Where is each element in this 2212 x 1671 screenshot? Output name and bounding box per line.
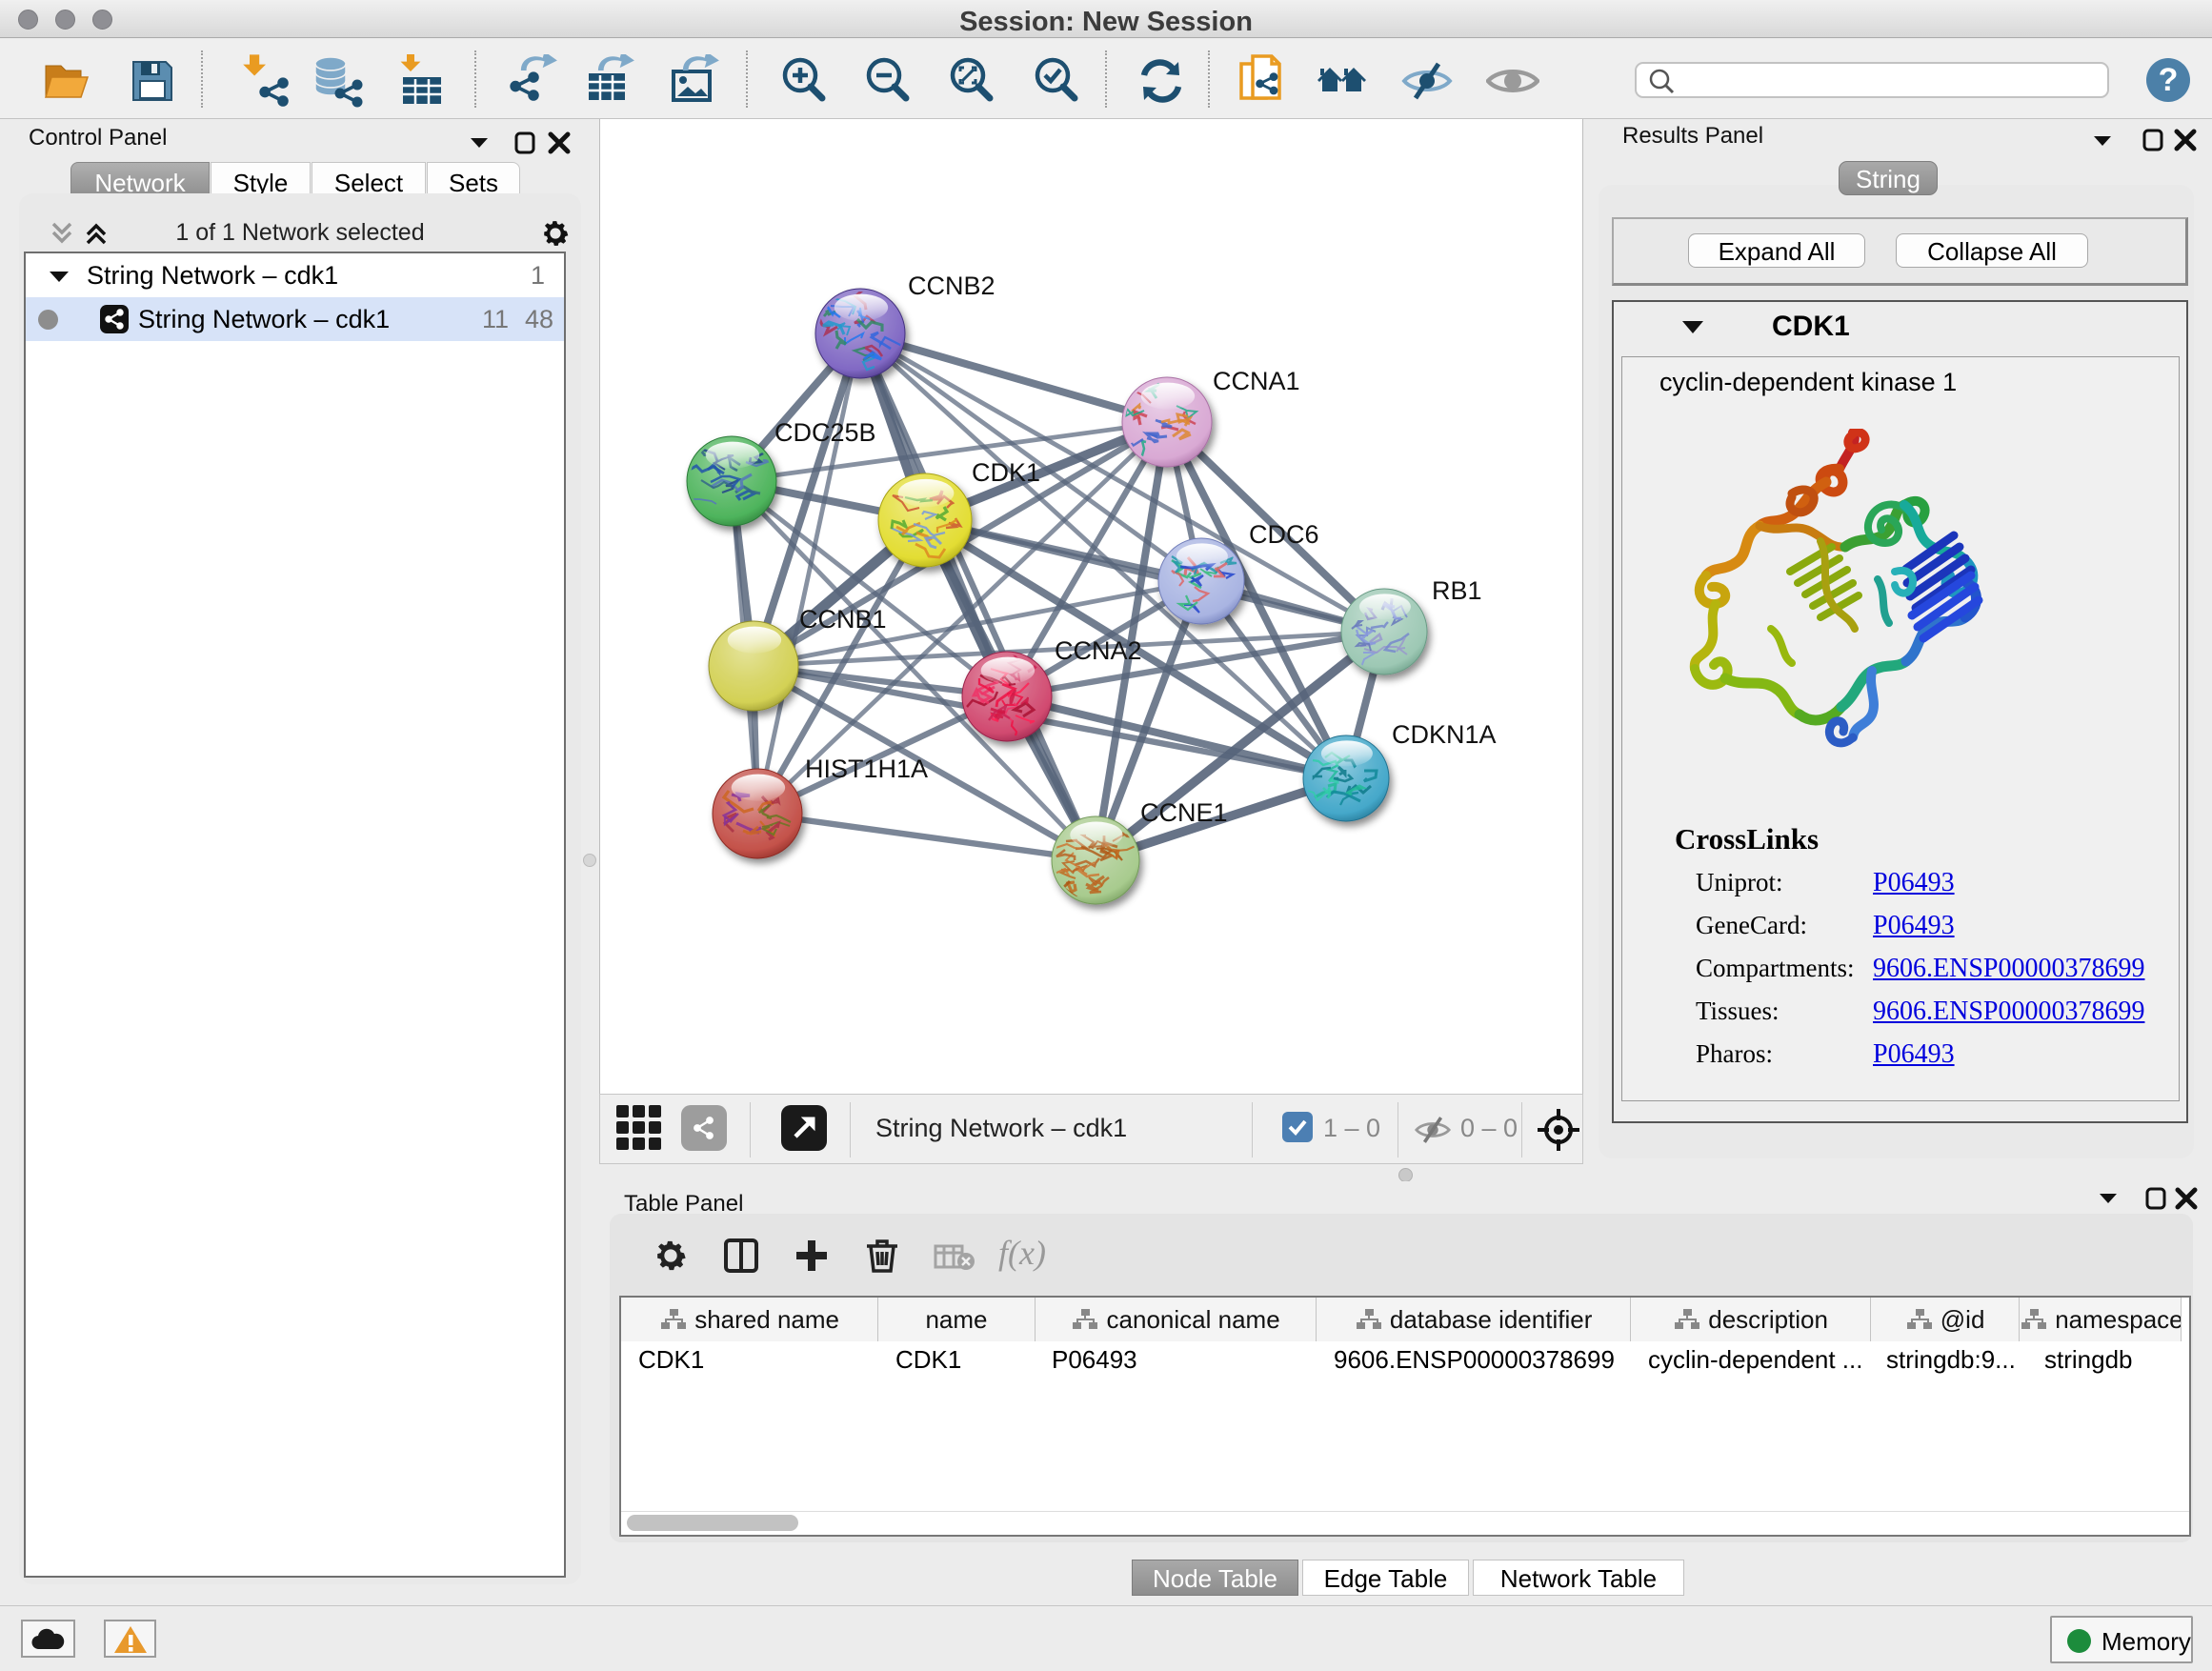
svg-text:CCNA1: CCNA1 (1213, 367, 1300, 395)
svg-text:CCNB1: CCNB1 (799, 605, 887, 634)
svg-text:CCNA2: CCNA2 (1055, 636, 1142, 665)
svg-text:RB1: RB1 (1432, 576, 1482, 605)
svg-text:CDKN1A: CDKN1A (1392, 720, 1497, 749)
svg-text:CDK1: CDK1 (972, 458, 1040, 487)
svg-text:HIST1H1A: HIST1H1A (805, 755, 928, 783)
svg-text:CCNB2: CCNB2 (908, 272, 995, 300)
svg-text:CDC6: CDC6 (1249, 520, 1319, 549)
svg-text:CCNE1: CCNE1 (1140, 798, 1228, 827)
svg-text:CDC25B: CDC25B (774, 418, 876, 447)
